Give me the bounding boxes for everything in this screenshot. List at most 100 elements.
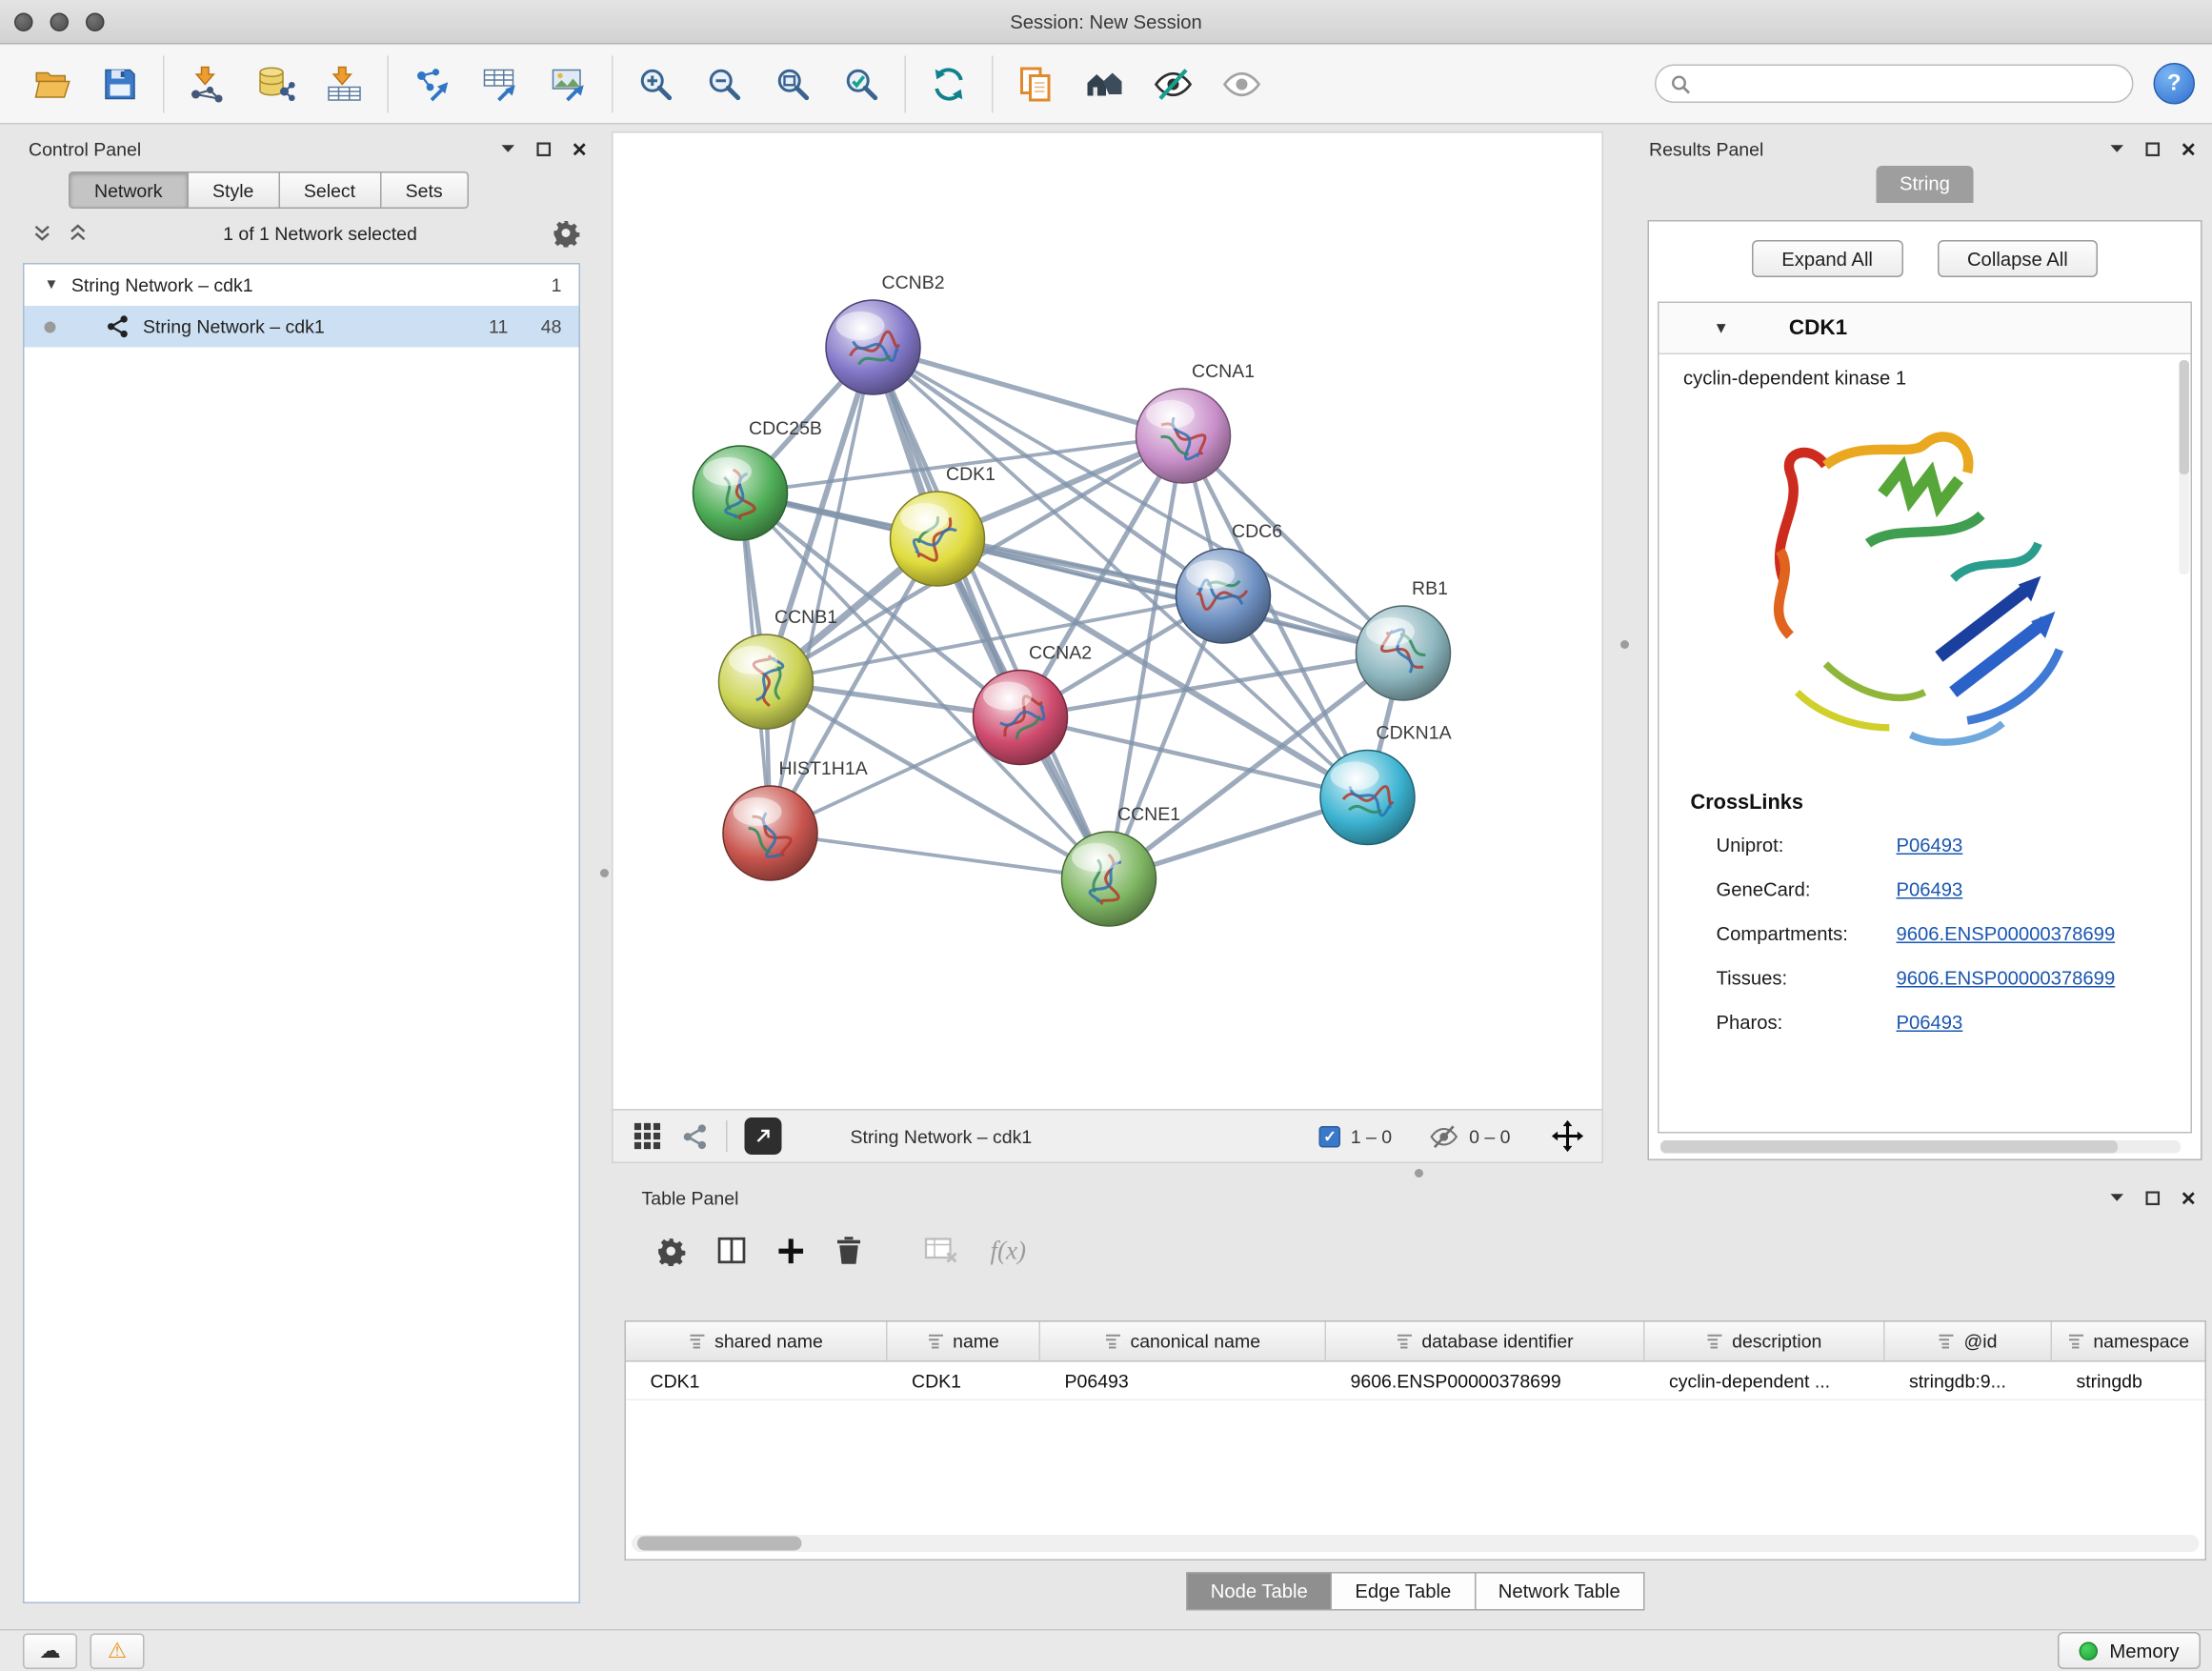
delete-table-icon[interactable] <box>925 1237 959 1265</box>
control-panel-collapse-icon[interactable] <box>497 139 517 159</box>
crosslink-genecard[interactable]: P06493 <box>1897 879 1963 901</box>
network-collection-row[interactable]: ▼ String Network – cdk1 1 <box>25 265 579 307</box>
close-window-button[interactable] <box>14 12 33 31</box>
zoom-selected-button[interactable] <box>836 56 888 111</box>
zoom-out-button[interactable] <box>699 56 751 111</box>
zoom-fit-button[interactable] <box>768 56 819 111</box>
control-panel-float-icon[interactable] <box>533 139 553 159</box>
tab-network-table[interactable]: Network Table <box>1476 1572 1644 1611</box>
column-header-id[interactable]: @id <box>1885 1322 2053 1361</box>
refresh-network-button[interactable] <box>923 56 975 111</box>
export-table-button[interactable] <box>474 56 526 111</box>
column-header-canonical-name[interactable]: canonical name <box>1040 1322 1326 1361</box>
crosslink-pharos[interactable]: P06493 <box>1897 1012 1963 1034</box>
import-table-button[interactable] <box>319 56 371 111</box>
control-panel-close-icon[interactable] <box>569 139 589 159</box>
network-node-CDC25B[interactable]: CDC25B <box>694 418 822 540</box>
export-network-button[interactable] <box>406 56 457 111</box>
table-row[interactable]: CDK1 CDK1 P06493 9606.ENSP00000378699 cy… <box>626 1362 2205 1401</box>
pan-move-icon[interactable] <box>1551 1119 1585 1154</box>
show-columns-icon[interactable] <box>717 1237 746 1265</box>
import-network-database-button[interactable] <box>251 56 302 111</box>
tab-node-table[interactable]: Node Table <box>1186 1572 1332 1611</box>
collapse-all-networks-icon[interactable] <box>68 223 90 243</box>
tab-edge-table[interactable]: Edge Table <box>1332 1572 1475 1611</box>
table-horizontal-scrollbar[interactable] <box>632 1535 2200 1552</box>
column-header-name[interactable]: name <box>888 1322 1041 1361</box>
network-selection-row: 1 of 1 Network selected <box>11 209 597 257</box>
zoom-window-button[interactable] <box>86 12 105 31</box>
table-panel-float-icon[interactable] <box>2142 1188 2162 1208</box>
column-header-database-identifier[interactable]: database identifier <box>1326 1322 1645 1361</box>
collapse-all-button[interactable]: Collapse All <box>1937 240 2098 277</box>
session-home-button[interactable] <box>1079 56 1131 111</box>
graph-share-icon[interactable] <box>682 1122 710 1150</box>
export-image-button[interactable] <box>543 56 594 111</box>
crosslink-compartments[interactable]: 9606.ENSP00000378699 <box>1897 923 2116 945</box>
hide-selected-button[interactable] <box>1148 56 1199 111</box>
network-edge-CCNA2-CDKN1A[interactable] <box>1020 717 1368 797</box>
expand-all-networks-icon[interactable] <box>31 223 53 243</box>
warnings-button[interactable]: ⚠ <box>90 1633 145 1669</box>
memory-button[interactable]: Memory <box>2058 1632 2201 1669</box>
column-header-shared-name[interactable]: shared name <box>626 1322 888 1361</box>
network-edge-CCNB2-CCNE1[interactable] <box>874 348 1110 879</box>
results-panel-float-icon[interactable] <box>2142 139 2162 159</box>
tree-expand-icon[interactable]: ▼ <box>45 277 59 293</box>
network-node-HIST1H1A[interactable]: HIST1H1A <box>723 758 868 880</box>
table-panel-collapse-icon[interactable] <box>2106 1188 2126 1208</box>
control-panel-header: Control Panel <box>11 131 597 166</box>
tab-style[interactable]: Style <box>189 171 280 209</box>
crosslink-row: Tissues: 9606.ENSP00000378699 <box>1659 956 2191 1001</box>
section-collapse-icon[interactable]: ▼ <box>1714 319 1729 336</box>
horizontal-splitter-handle[interactable] <box>1415 1169 1423 1178</box>
add-column-plus-icon[interactable] <box>777 1237 805 1264</box>
network-row-selected[interactable]: String Network – cdk1 11 48 <box>25 306 579 348</box>
crosslink-tissues[interactable]: 9606.ENSP00000378699 <box>1897 968 2116 990</box>
network-node-CDC6[interactable]: CDC6 <box>1176 521 1283 643</box>
network-canvas[interactable]: CCNB2CCNA1CDC25BCDK1CDC6RB1CCNB1CCNA2CDK… <box>613 133 1602 1110</box>
search-input[interactable] <box>1700 71 2118 96</box>
expand-all-button[interactable]: Expand All <box>1752 240 1903 277</box>
tab-sets[interactable]: Sets <box>381 171 469 209</box>
network-edge-CCNE1-HIST1H1A[interactable] <box>771 834 1110 879</box>
zoom-in-button[interactable] <box>631 56 682 111</box>
node-label-CCNB2: CCNB2 <box>882 272 945 293</box>
cloud-status-button[interactable]: ☁ <box>23 1633 77 1669</box>
import-table-icon <box>326 65 363 102</box>
function-builder-button[interactable]: f(x) <box>991 1236 1026 1266</box>
duplicate-network-button[interactable] <box>1011 56 1062 111</box>
results-horizontal-scrollbar[interactable] <box>1660 1140 2181 1154</box>
column-header-description[interactable]: description <box>1645 1322 1885 1361</box>
open-in-new-window-button[interactable] <box>745 1117 782 1155</box>
save-session-button[interactable] <box>94 56 146 111</box>
open-session-button[interactable] <box>26 56 77 111</box>
help-button[interactable]: ? <box>2154 63 2196 105</box>
selected-checkbox-icon[interactable]: ✓ <box>1319 1125 1341 1147</box>
crosslink-uniprot[interactable]: P06493 <box>1897 835 1963 856</box>
table-settings-gear-icon[interactable] <box>656 1236 687 1266</box>
results-vertical-scrollbar[interactable] <box>2180 360 2190 574</box>
results-panel-close-icon[interactable] <box>2178 139 2198 159</box>
network-node-CDK1[interactable]: CDK1 <box>891 464 996 586</box>
results-panel-collapse-icon[interactable] <box>2106 139 2126 159</box>
delete-column-trash-icon[interactable] <box>836 1237 862 1265</box>
results-tab-string[interactable]: String <box>1877 166 1973 203</box>
tab-select[interactable]: Select <box>279 171 381 209</box>
tab-network[interactable]: Network <box>69 171 189 209</box>
minimize-window-button[interactable] <box>50 12 70 31</box>
network-node-CCNA1[interactable]: CCNA1 <box>1136 361 1256 483</box>
table-panel-close-icon[interactable] <box>2178 1188 2198 1208</box>
birds-eye-view-icon[interactable] <box>633 1122 662 1151</box>
left-splitter-handle[interactable] <box>600 869 609 877</box>
column-header-namespace[interactable]: namespace <box>2052 1322 2205 1361</box>
right-splitter-handle[interactable] <box>1620 640 1629 649</box>
import-network-file-button[interactable] <box>182 56 233 111</box>
network-options-gear-icon[interactable] <box>552 219 580 248</box>
hidden-eye-slash-icon[interactable] <box>1429 1122 1459 1150</box>
zoom-fit-icon <box>774 65 812 102</box>
protein-section-header[interactable]: ▼ CDK1 <box>1659 303 2191 354</box>
show-all-button[interactable] <box>1217 56 1268 111</box>
network-node-CCNB2[interactable]: CCNB2 <box>826 272 945 394</box>
network-node-RB1[interactable]: RB1 <box>1357 578 1451 700</box>
